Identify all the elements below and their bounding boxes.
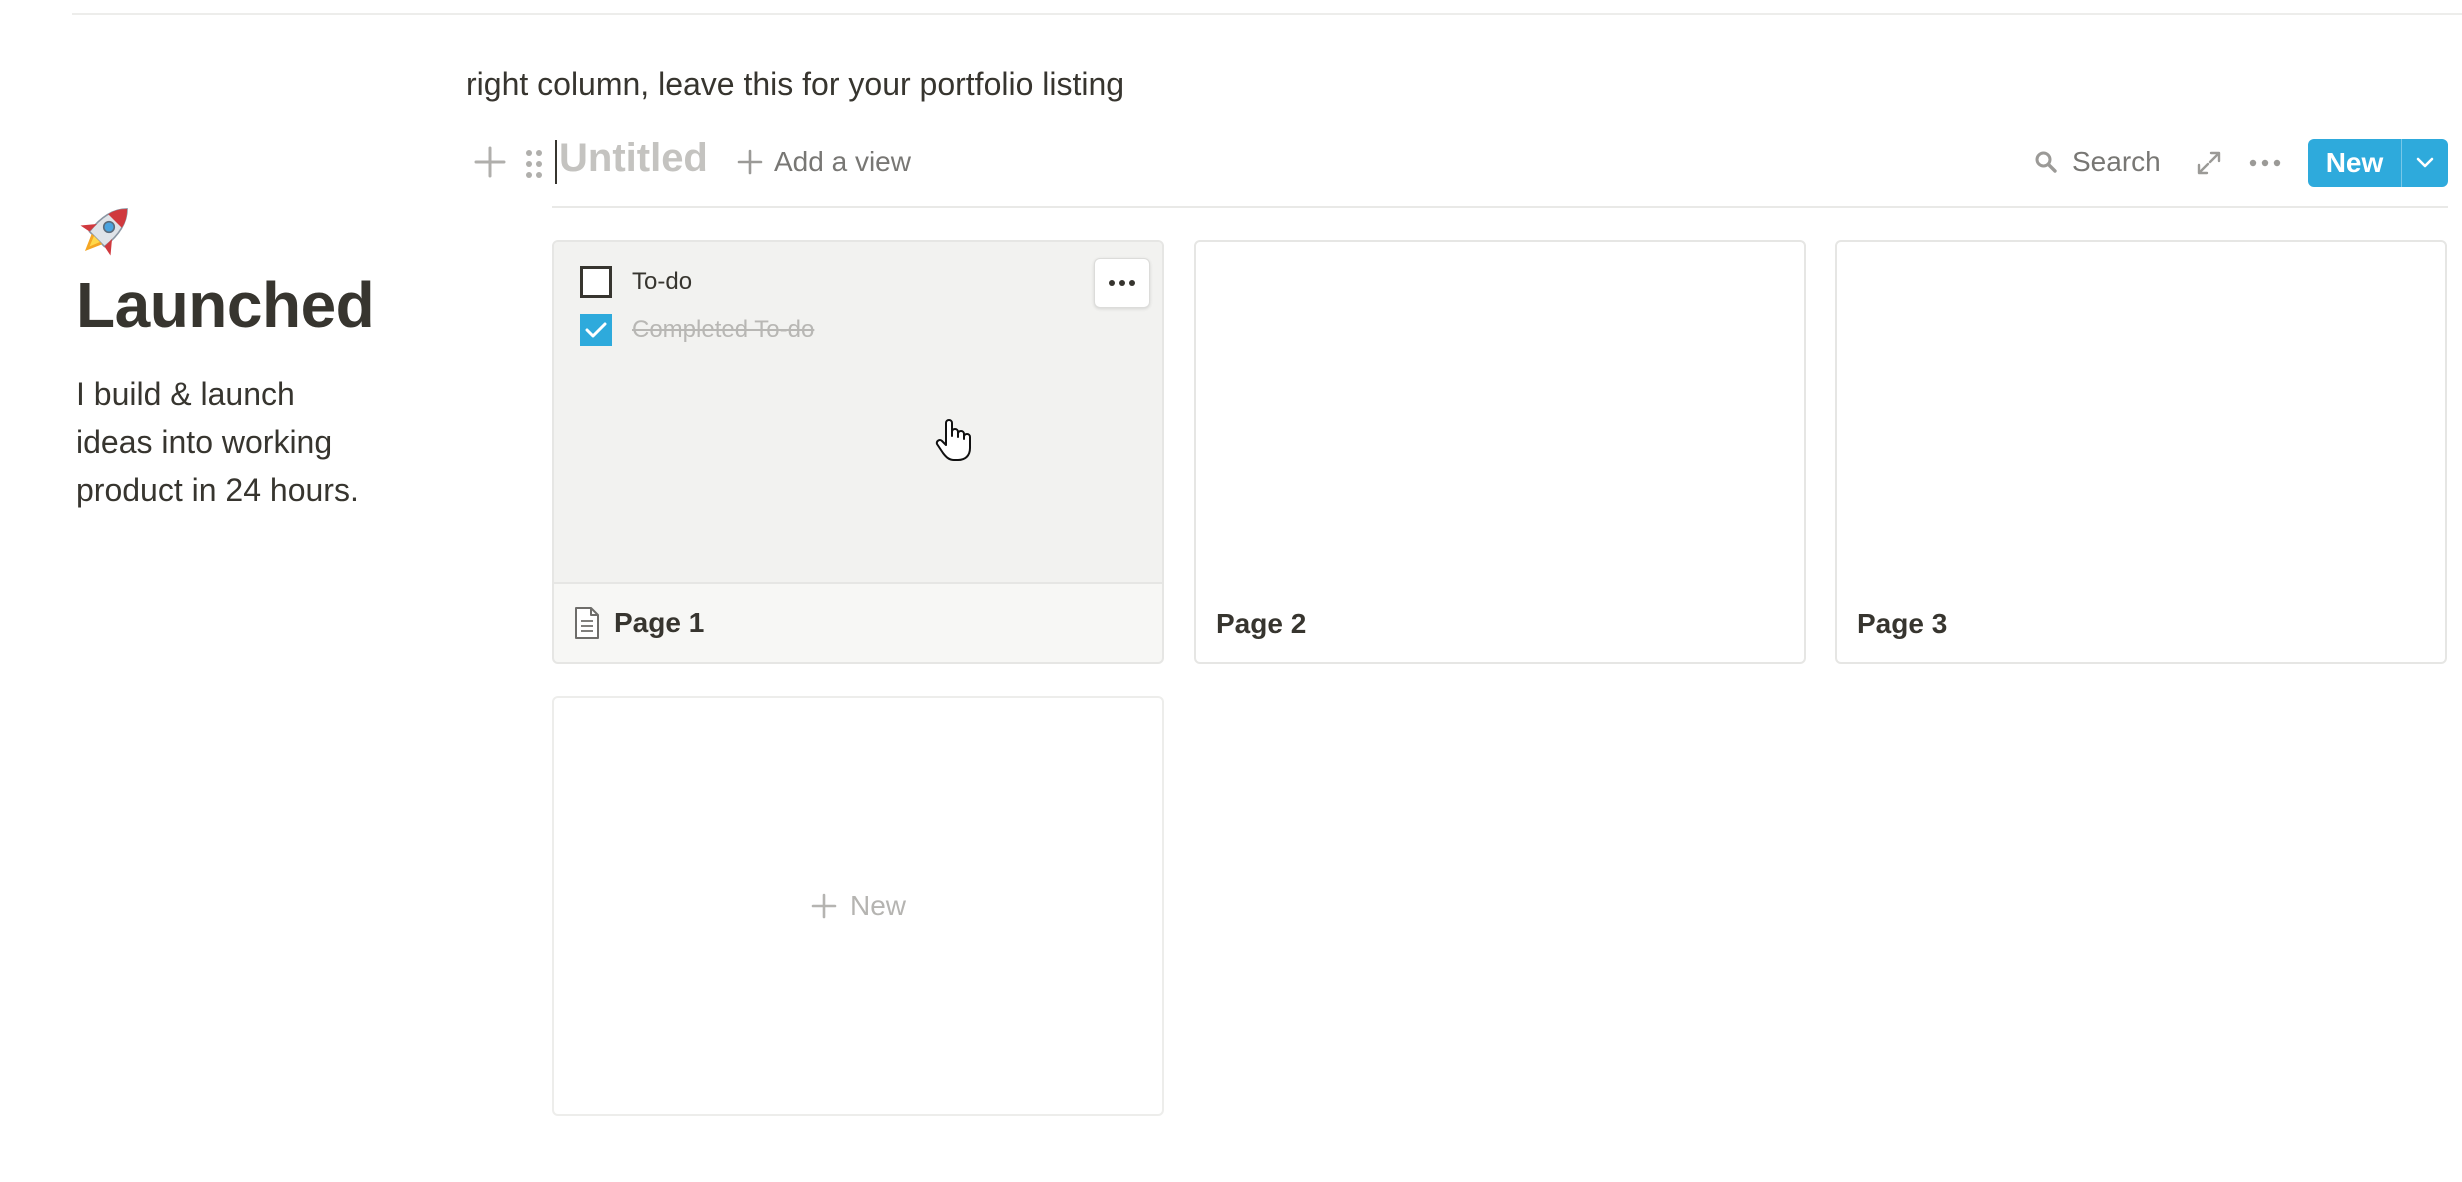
todo-item: To-do bbox=[580, 266, 692, 298]
gallery-card-page-1[interactable]: To-do Completed To-do Page 1 bbox=[552, 240, 1164, 664]
card-title-label: Page 2 bbox=[1216, 608, 1307, 639]
card-title-label: Page 3 bbox=[1857, 608, 1948, 639]
todo-checkbox-checked[interactable] bbox=[580, 314, 612, 346]
hand-pointer-cursor-icon bbox=[935, 419, 971, 461]
new-record-button[interactable]: New bbox=[2308, 139, 2448, 187]
more-horizontal-icon bbox=[1109, 280, 1135, 286]
search-label: Search bbox=[2072, 146, 2161, 177]
page-title[interactable]: Launched bbox=[76, 268, 375, 342]
chevron-down-icon bbox=[2416, 157, 2434, 168]
add-view-label: Add a view bbox=[774, 146, 911, 177]
database-title-input[interactable]: Untitled bbox=[559, 136, 708, 181]
todo-label: To-do bbox=[632, 268, 693, 295]
plus-icon bbox=[811, 893, 837, 919]
card-title[interactable]: Page 3 bbox=[1857, 608, 1947, 640]
add-new-button[interactable]: New bbox=[554, 698, 1162, 1114]
card-title-label: Page 1 bbox=[614, 607, 705, 638]
search-icon bbox=[2035, 151, 2057, 173]
expand-icon[interactable] bbox=[2196, 150, 2222, 176]
card-options-button[interactable] bbox=[1094, 258, 1150, 308]
drag-handle-icon[interactable] bbox=[522, 146, 546, 182]
database-toolbar: Untitled Add a view Search New bbox=[466, 130, 2462, 210]
todo-label: Completed To-do bbox=[632, 316, 815, 343]
toolbar-divider bbox=[552, 206, 2448, 208]
card-preview[interactable]: To-do Completed To-do bbox=[554, 242, 1162, 584]
add-block-icon[interactable] bbox=[472, 144, 508, 180]
plus-icon bbox=[737, 149, 763, 175]
card-title[interactable]: Page 2 bbox=[1216, 608, 1306, 640]
search-button[interactable]: Search bbox=[2034, 142, 2161, 182]
card-title[interactable]: Page 1 bbox=[574, 606, 704, 640]
portfolio-note-text[interactable]: right column, leave this for your portfo… bbox=[466, 66, 1124, 103]
todo-checkbox[interactable] bbox=[580, 266, 612, 298]
rocket-icon bbox=[80, 208, 128, 256]
page-intro-text[interactable]: I build & launch ideas into working prod… bbox=[76, 370, 376, 514]
checkmark-icon bbox=[585, 322, 607, 338]
top-divider bbox=[72, 13, 2462, 15]
more-options-icon[interactable] bbox=[2248, 150, 2282, 176]
gallery-card-page-2[interactable]: Page 2 bbox=[1194, 240, 1806, 664]
text-cursor bbox=[555, 140, 557, 184]
new-button-label[interactable]: New bbox=[2308, 139, 2402, 187]
add-new-label: New bbox=[849, 890, 906, 921]
todo-item-completed: Completed To-do bbox=[580, 314, 814, 346]
add-view-button[interactable]: Add a view bbox=[736, 142, 911, 182]
gallery-card-page-3[interactable]: Page 3 bbox=[1835, 240, 2447, 664]
gallery-add-new-card[interactable]: New bbox=[552, 696, 1164, 1116]
new-dropdown-toggle[interactable] bbox=[2402, 139, 2448, 187]
document-icon bbox=[575, 607, 599, 639]
